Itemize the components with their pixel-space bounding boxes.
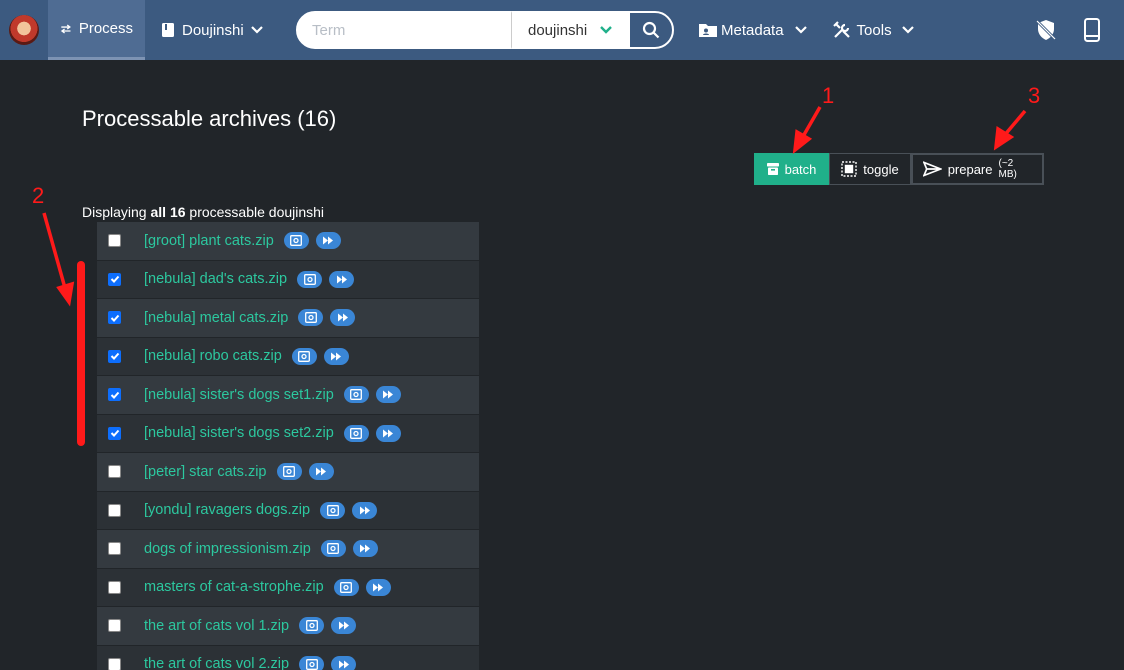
arrow-3 <box>993 109 1027 151</box>
annotation-number-3: 3 <box>1028 83 1041 108</box>
arrow-2 <box>42 212 75 307</box>
arrow-1 <box>792 106 822 154</box>
annotation-number-1: 1 <box>822 83 835 108</box>
annotation-arrows <box>42 106 1027 307</box>
annotation-number-2: 2 <box>32 183 45 208</box>
